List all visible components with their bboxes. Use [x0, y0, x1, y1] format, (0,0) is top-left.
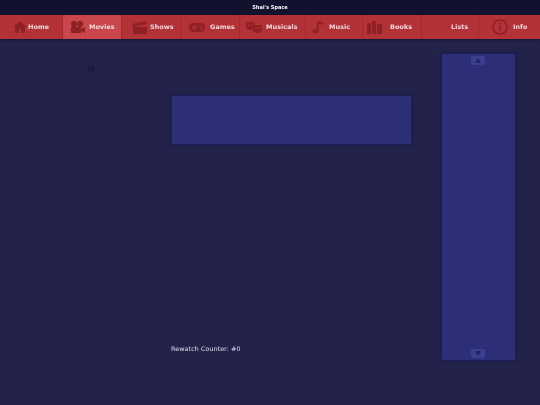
nav-item-music[interactable]: Music	[306, 15, 362, 39]
chevron-up-icon	[475, 58, 481, 63]
movie-list-panel[interactable]	[441, 53, 516, 361]
nav-item-label: Shows	[150, 23, 174, 31]
movie-camera-icon	[68, 19, 86, 35]
rewatch-counter-value: #0	[230, 345, 241, 353]
nav-item-movies[interactable]: Movies	[63, 15, 121, 39]
chevron-down-icon	[475, 351, 481, 356]
nav-item-lists[interactable]: Lists	[422, 15, 478, 39]
books-icon	[366, 19, 384, 35]
nav-item-info[interactable]: Info	[479, 15, 540, 39]
theater-masks-icon	[245, 19, 263, 35]
scroll-up-button[interactable]	[471, 56, 485, 65]
nav-item-label: Games	[210, 23, 235, 31]
nav-item-label: Musicals	[266, 23, 298, 31]
nav-item-label: Music	[329, 23, 351, 31]
window-title: Shai's Space	[0, 0, 540, 15]
nav-item-musicals[interactable]: Musicals	[240, 15, 305, 39]
nav-item-label: Info	[513, 23, 528, 31]
gamepad-icon	[188, 19, 206, 35]
music-note-icon	[310, 19, 328, 35]
app-window: Shai's Space Home Movies Shows Games Mus…	[0, 0, 540, 405]
nav-item-books[interactable]: Books	[363, 15, 421, 39]
nav-item-label: Movies	[89, 23, 115, 31]
rewatch-counter: Rewatch Counter: #0	[171, 344, 241, 354]
clapperboard-icon	[131, 19, 149, 35]
nav-item-label: Home	[28, 23, 50, 31]
loading-icon	[87, 58, 95, 73]
movie-info-panel	[171, 95, 412, 145]
nav-item-games[interactable]: Games	[181, 15, 239, 39]
nav-item-shows[interactable]: Shows	[122, 15, 180, 39]
home-icon	[11, 19, 29, 35]
scroll-down-button[interactable]	[471, 349, 485, 358]
nav-item-home[interactable]: Home	[0, 15, 62, 39]
rewatch-counter-label: Rewatch Counter:	[171, 345, 229, 353]
nav-item-label: Books	[390, 23, 413, 31]
nav-item-label: Lists	[451, 23, 469, 31]
info-icon	[491, 19, 509, 35]
main-nav-bar: Home Movies Shows Games Musicals Music B…	[0, 15, 540, 39]
